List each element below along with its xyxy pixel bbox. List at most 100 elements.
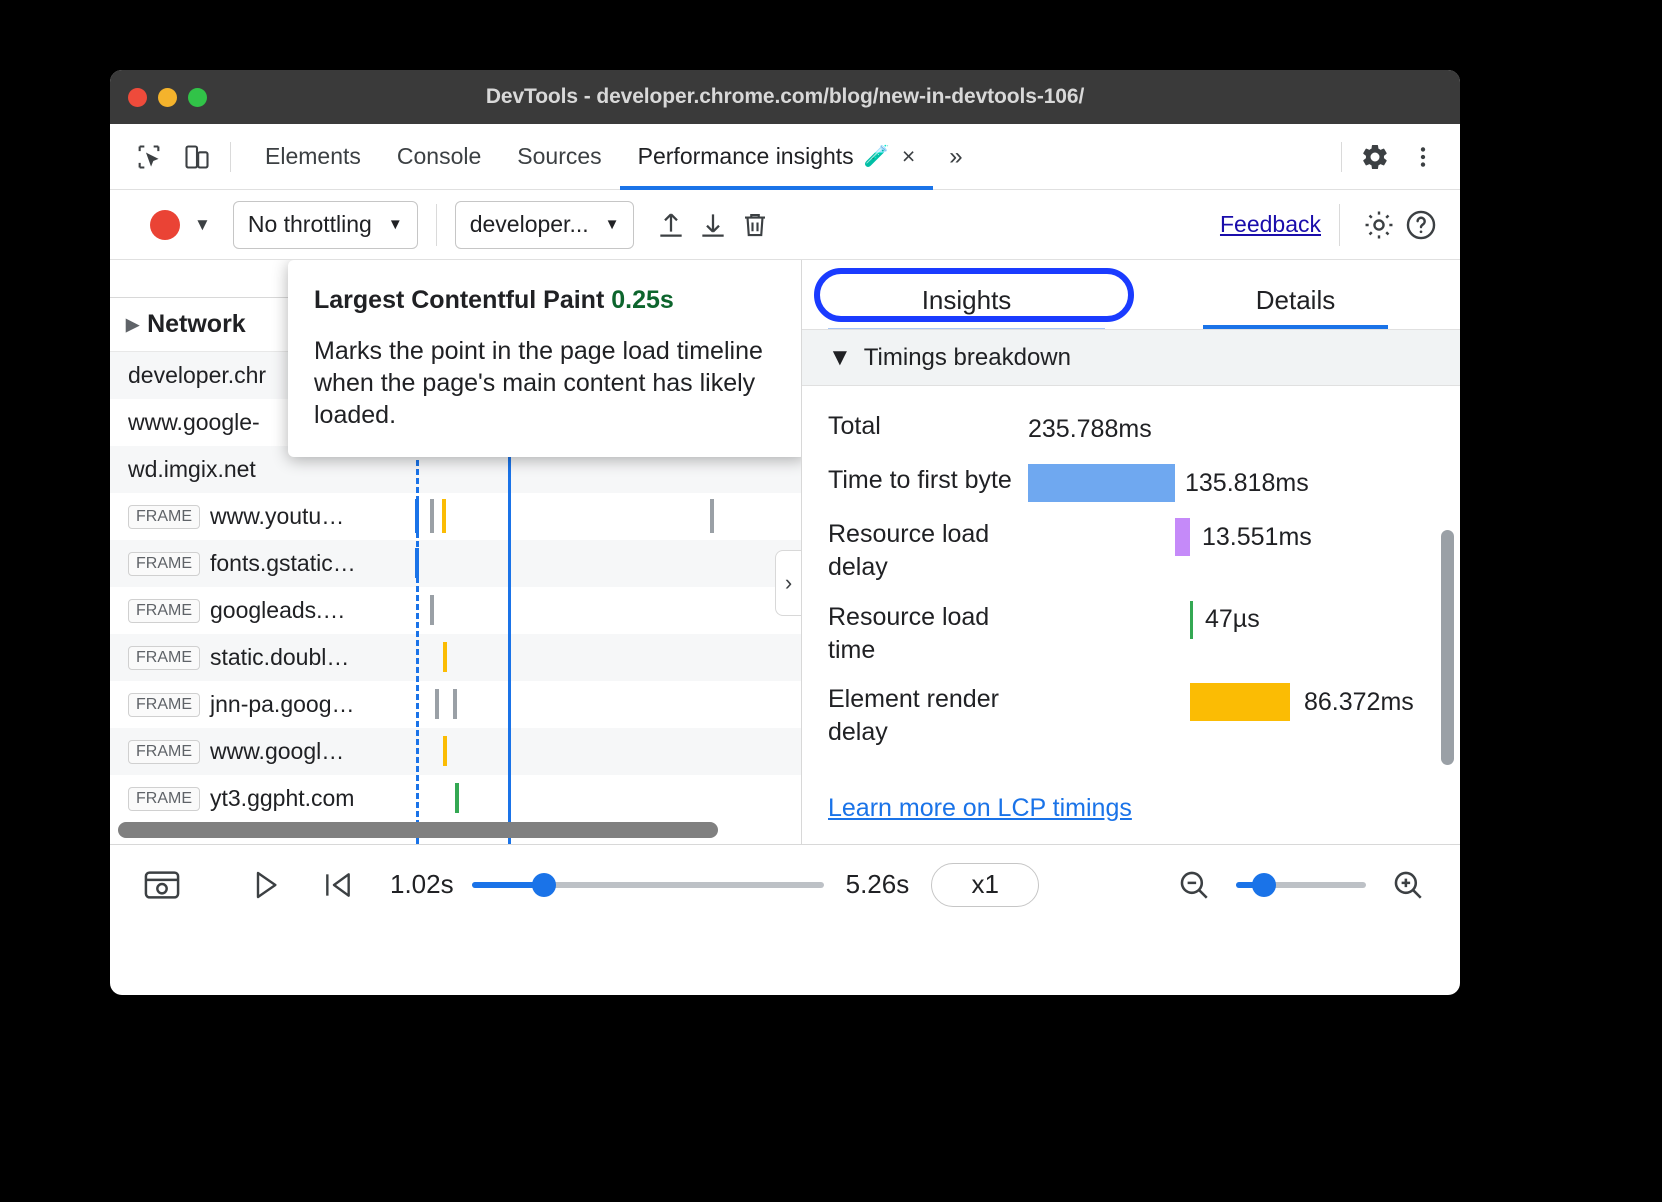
window-title: DevTools - developer.chrome.com/blog/new…: [110, 85, 1460, 109]
screenshot-filmstrip-icon[interactable]: [136, 862, 188, 908]
devtools-tab-strip: Elements Console Sources Performance ins…: [110, 124, 1460, 190]
zoom-level-slider[interactable]: [1236, 882, 1366, 888]
download-profile-icon[interactable]: [692, 204, 734, 246]
timings-breakdown-list: Total 235.788ms Time to first byte 135.8…: [802, 386, 1460, 758]
help-question-icon[interactable]: [1400, 204, 1442, 246]
details-pane: Insights Details ▼ Timings breakdown Tot…: [802, 260, 1460, 844]
timeline-window-slider[interactable]: [472, 882, 824, 888]
slider-knob[interactable]: [532, 873, 556, 897]
zoom-in-icon[interactable]: [1382, 862, 1434, 908]
table-row[interactable]: FRAME www.googl…: [110, 728, 801, 775]
upload-profile-icon[interactable]: [650, 204, 692, 246]
window-end-time: 5.26s: [846, 869, 910, 900]
timing-value: 235.788ms: [1028, 415, 1152, 444]
timing-bar-wrap: 47µs: [1028, 601, 1460, 639]
tab-details[interactable]: Details: [1131, 285, 1460, 330]
learn-more-lcp-link[interactable]: Learn more on LCP timings: [828, 794, 1132, 823]
lcp-tooltip: Largest Contentful Paint 0.25s Marks the…: [288, 260, 802, 457]
tab-details-label: Details: [1256, 285, 1335, 315]
timings-breakdown-toggle[interactable]: ▼ Timings breakdown: [802, 330, 1460, 386]
request-name: www.google-: [128, 409, 260, 436]
tab-insights-label: Insights: [922, 285, 1012, 315]
timing-bar-wrap: 13.551ms: [1028, 518, 1460, 556]
tab-console[interactable]: Console: [379, 124, 499, 190]
timing-value: 47µs: [1205, 605, 1260, 634]
more-options-kebab-icon[interactable]: [1406, 140, 1440, 174]
request-bar: [443, 642, 447, 672]
more-tabs-icon[interactable]: »: [933, 143, 978, 171]
timing-bar: [1190, 683, 1290, 721]
record-dropdown-caret-icon[interactable]: ▼: [194, 215, 211, 235]
settings-gear-icon[interactable]: [1358, 204, 1400, 246]
table-row[interactable]: FRAME yt3.ggpht.com: [110, 775, 801, 822]
table-row[interactable]: FRAME static.doubl…: [110, 634, 801, 681]
table-row[interactable]: FRAME fonts.gstatic…: [110, 540, 801, 587]
zoom-slider-knob[interactable]: [1252, 873, 1276, 897]
target-select[interactable]: developer... ▼: [455, 201, 635, 249]
timing-bar-wrap: 135.818ms: [1028, 464, 1460, 502]
request-bar: [430, 595, 434, 625]
frame-badge: FRAME: [128, 693, 200, 717]
close-tab-icon[interactable]: ×: [902, 143, 915, 170]
tab-elements[interactable]: Elements: [247, 124, 379, 190]
tab-performance-insights-label: Performance insights: [638, 143, 854, 170]
timing-value: 13.551ms: [1202, 523, 1312, 552]
timings-breakdown-label: Timings breakdown: [864, 344, 1071, 372]
maximize-window-button[interactable]: [188, 88, 207, 107]
timing-row-element-render-delay: Element render delay 86.372ms: [802, 675, 1460, 758]
device-toolbar-icon[interactable]: [180, 140, 214, 174]
record-button[interactable]: [150, 210, 180, 240]
playback-toolbar: 1.02s 5.26s x1: [110, 844, 1460, 924]
chevron-down-icon: ▼: [605, 216, 620, 233]
zoom-out-icon[interactable]: [1168, 862, 1220, 908]
devtools-window: DevTools - developer.chrome.com/blog/new…: [110, 70, 1460, 995]
timing-row-resource-load-time: Resource load time 47µs: [802, 593, 1460, 676]
feedback-link[interactable]: Feedback: [1220, 211, 1321, 238]
timing-label: Time to first byte: [828, 464, 1028, 497]
inspect-element-icon[interactable]: [132, 140, 166, 174]
clear-recording-trash-icon[interactable]: [734, 204, 776, 246]
horizontal-scrollbar[interactable]: [118, 822, 718, 838]
play-button[interactable]: [240, 862, 292, 908]
frame-badge: FRAME: [128, 740, 200, 764]
target-value: developer...: [470, 211, 589, 238]
settings-gear-icon[interactable]: [1358, 140, 1392, 174]
tab-performance-insights[interactable]: Performance insights 🧪 ×: [620, 124, 934, 190]
frame-badge: FRAME: [128, 552, 200, 576]
details-vertical-scrollbar[interactable]: [1441, 530, 1454, 765]
timing-value: 86.372ms: [1304, 688, 1414, 717]
request-bar: [443, 736, 447, 766]
network-section-label: Network: [147, 310, 246, 339]
table-row[interactable]: FRAME www.youtu…: [110, 493, 801, 540]
timing-label: Resource load time: [828, 601, 1028, 668]
tab-sources[interactable]: Sources: [499, 124, 619, 190]
tab-elements-label: Elements: [265, 143, 361, 170]
request-bar: [430, 499, 434, 533]
expand-sidebar-chevron-icon[interactable]: ›: [775, 550, 801, 616]
timing-label: Resource load delay: [828, 518, 1028, 585]
toolbar-divider-1: [436, 204, 437, 246]
performance-toolbar: ▼ No throttling ▼ developer... ▼ Feedbac…: [110, 190, 1460, 260]
playback-speed-button[interactable]: x1: [931, 863, 1039, 907]
request-bar: [435, 689, 439, 719]
table-row[interactable]: FRAME googleads.…: [110, 587, 801, 634]
window-controls: [128, 88, 207, 107]
tab-insights[interactable]: Insights: [802, 285, 1131, 330]
throttling-select[interactable]: No throttling ▼: [233, 201, 418, 249]
frame-badge: FRAME: [128, 646, 200, 670]
title-bar: DevTools - developer.chrome.com/blog/new…: [110, 70, 1460, 124]
request-name: static.doubl…: [210, 644, 349, 671]
tooltip-description: Marks the point in the page load timelin…: [314, 335, 780, 431]
minimize-window-button[interactable]: [158, 88, 177, 107]
close-window-button[interactable]: [128, 88, 147, 107]
tab-sources-label: Sources: [517, 143, 601, 170]
request-name: www.googl…: [210, 738, 344, 765]
jump-to-start-icon[interactable]: [312, 862, 364, 908]
timing-row-total: Total 235.788ms: [802, 402, 1460, 456]
request-name: fonts.gstatic…: [210, 550, 356, 577]
timing-row-resource-load-delay: Resource load delay 13.551ms: [802, 510, 1460, 593]
tabstrip-divider: [230, 142, 231, 172]
table-row[interactable]: FRAME jnn-pa.goog…: [110, 681, 801, 728]
experiment-flask-icon: 🧪: [864, 145, 890, 169]
tabstrip-right-tools: [1325, 140, 1460, 174]
